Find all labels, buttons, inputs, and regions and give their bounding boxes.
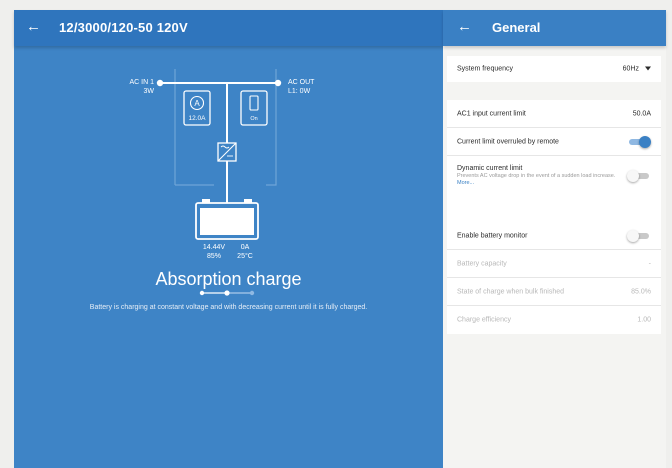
ac-in-value: 3W [143, 88, 155, 95]
app-frame: ← 12/3000/120-50 120V A AC IN 1 3W AC OU… [0, 0, 672, 468]
more-link[interactable]: More... [457, 180, 474, 186]
battery-monitor-label: Enable battery monitor [457, 232, 528, 239]
system-frequency-label: System frequency [457, 65, 514, 73]
battery-monitor-row[interactable]: Enable battery monitor [447, 222, 661, 250]
system-frequency-row[interactable]: System frequency 60Hz [447, 56, 661, 82]
stage-float-dot [249, 290, 255, 296]
soc-bulk-label: State of charge when bulk finished [457, 288, 565, 295]
switch-label[interactable]: On [241, 115, 267, 124]
ac-in-label: AC IN 1 [129, 79, 154, 86]
dynamic-limit-description: Prevents AC voltage drop in the event of… [457, 173, 625, 187]
current-limit-card: AC1 input current limit 50.0A Current li… [447, 100, 661, 240]
system-diagram: A [156, 69, 282, 296]
dynamic-limit-row[interactable]: Dynamic current limit Prevents AC voltag… [447, 156, 661, 196]
ac1-limit-value: 50.0A [632, 110, 651, 117]
charge-state-title: Absorption charge [155, 269, 302, 289]
system-frequency-select[interactable]: 60Hz [623, 66, 651, 73]
switch-toggle-icon [249, 95, 259, 111]
dynamic-limit-toggle[interactable] [627, 170, 651, 182]
frequency-card: System frequency 60Hz [447, 56, 661, 82]
ac-in-node [156, 79, 164, 87]
ac1-limit-row[interactable]: AC1 input current limit 50.0A [447, 100, 661, 128]
settings-title: General [492, 20, 541, 35]
battery-capacity-label: Battery capacity [457, 260, 507, 267]
settings-panel: ← General System frequency 60Hz AC1 inpu… [443, 10, 666, 468]
battery-capacity-value: - [648, 260, 651, 267]
charge-state-description: Battery is charging at constant voltage … [89, 304, 368, 311]
chevron-down-icon [645, 66, 651, 71]
battery-voltage: 14.44V [202, 244, 226, 251]
charge-efficiency-row: Charge efficiency 1.00 [447, 306, 661, 334]
dynamic-limit-desc-text: Prevents AC voltage drop in the event of… [457, 173, 616, 179]
settings-header: ← General [443, 10, 666, 46]
device-overview-panel: ← 12/3000/120-50 120V A AC IN 1 3W AC OU… [14, 10, 443, 468]
ac-out-node [274, 79, 282, 87]
battery-current: 0A [240, 244, 250, 251]
ac1-limit-label: AC1 input current limit [457, 110, 526, 117]
soc-bulk-row: State of charge when bulk finished 85.0% [447, 278, 661, 306]
ac-out-label: AC OUT [288, 79, 315, 86]
svg-text:A: A [194, 99, 200, 108]
inverter-housing [174, 69, 277, 186]
overruled-label: Current limit overruled by remote [457, 138, 559, 145]
ac-out-value: L1: 0W [288, 88, 311, 95]
battery-capacity-row: Battery capacity - [447, 250, 661, 278]
back-arrow-icon[interactable]: ← [457, 19, 472, 35]
battery-monitor-card: Enable battery monitor Battery capacity … [447, 222, 661, 334]
stage-bulk-dot [199, 290, 205, 296]
overruled-toggle[interactable] [627, 135, 651, 148]
overruled-row[interactable]: Current limit overruled by remote [447, 128, 661, 156]
charge-efficiency-value: 1.00 [637, 316, 651, 324]
soc-bulk-value: 85.0% [631, 288, 651, 295]
stage-absorption-dot [224, 290, 230, 296]
battery-temp: 25°C [237, 253, 253, 260]
battery-soc: 85% [206, 253, 221, 260]
current-limit-value[interactable]: 12.0A [184, 114, 210, 123]
system-frequency-value: 60Hz [622, 65, 639, 73]
dynamic-limit-title: Dynamic current limit [457, 165, 523, 172]
battery-monitor-toggle[interactable] [627, 229, 651, 242]
charge-efficiency-label: Charge efficiency [457, 316, 511, 324]
